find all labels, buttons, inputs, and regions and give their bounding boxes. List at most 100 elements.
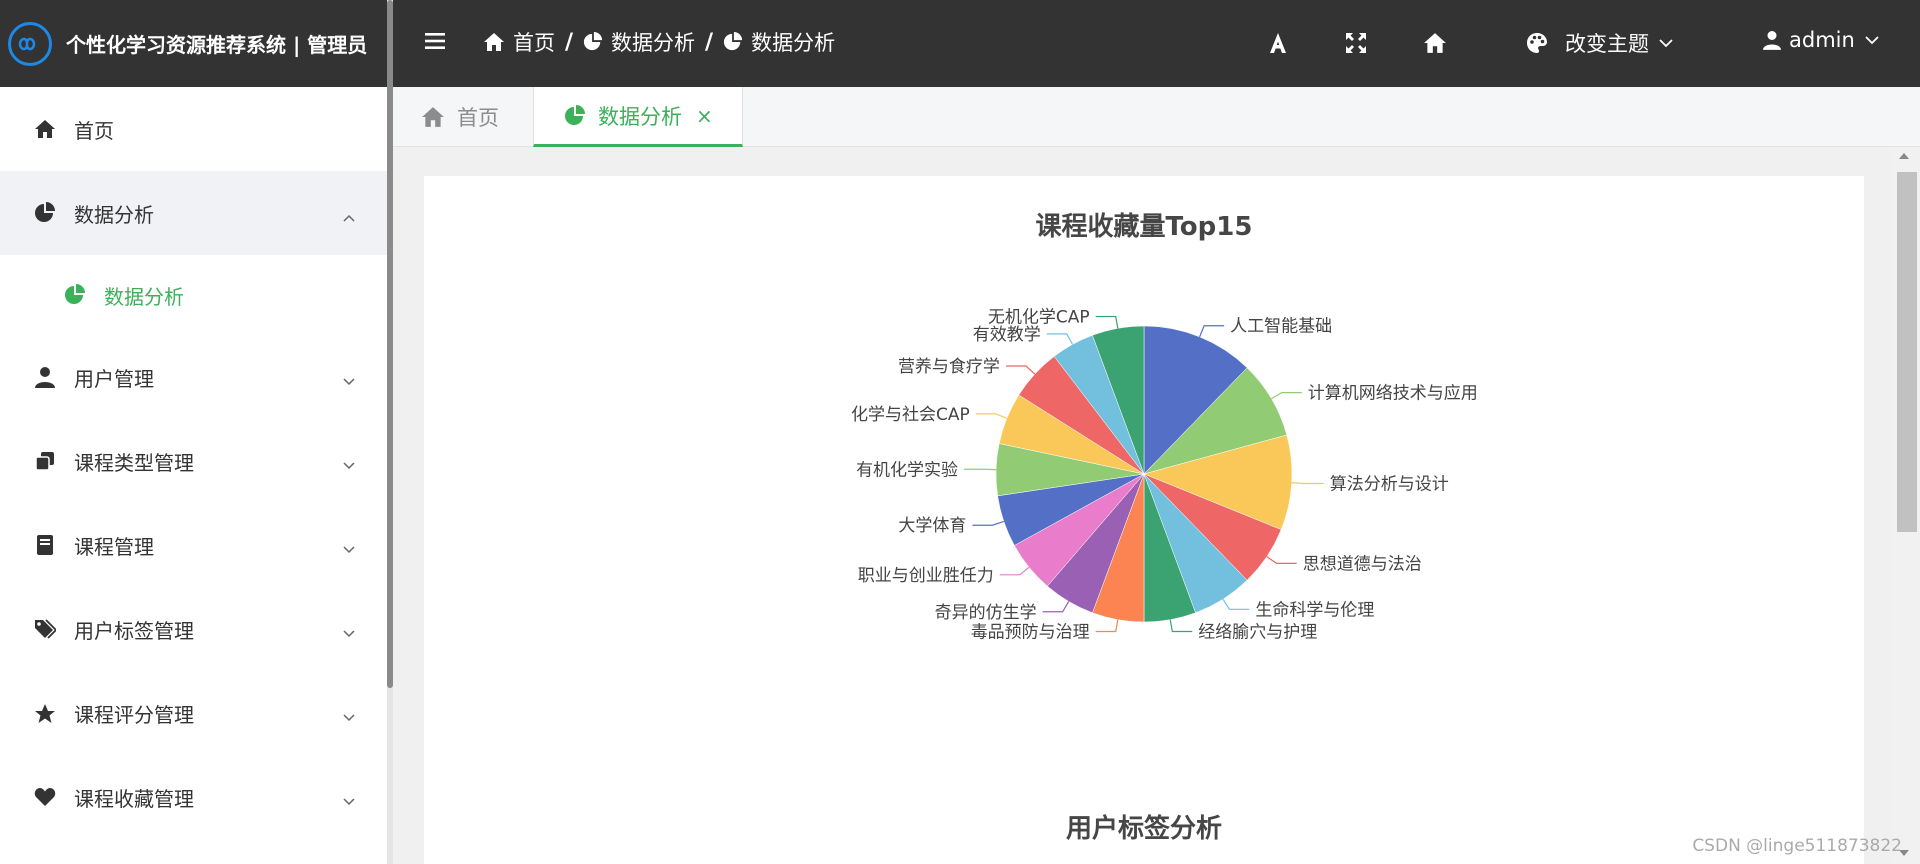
sidebar-item-course-type-management[interactable]: 课程类型管理 — [0, 419, 387, 503]
chart-card: 课程收藏量Top15 人工智能基础 计算机网络技术与应用 算法分析与设计 思想道德与法… — [424, 176, 1864, 864]
logo-bar: 个性化学习资源推荐系统 | 管理员 — [0, 0, 387, 87]
pie-chart-icon — [723, 32, 743, 52]
chevron-up-icon — [343, 205, 355, 222]
chevron-down-icon — [1659, 38, 1673, 48]
pie-label-line — [975, 413, 1008, 419]
sidebar-item-course-management[interactable]: 课程管理 — [0, 503, 387, 587]
sidebar-item-course-rating-management[interactable]: 课程评分管理 — [0, 671, 387, 755]
pie-label-line — [1199, 325, 1225, 338]
pie-chart-icon — [34, 202, 56, 224]
breadcrumb-item-home[interactable]: 首页 — [483, 27, 555, 57]
sidebar-item-label: 首页 — [74, 118, 114, 143]
heart-icon — [34, 786, 56, 808]
app-title: 个性化学习资源推荐系统 | 管理员 — [66, 33, 368, 57]
pie-slice-label: 经络腧穴与护理 — [1198, 622, 1317, 642]
pie-label-line — [1046, 333, 1074, 345]
theme-switcher[interactable]: 改变主题 — [1525, 28, 1673, 58]
font-size-icon[interactable] — [1265, 30, 1291, 56]
sidebar-item-data-analysis[interactable]: 数据分析 — [0, 171, 387, 255]
palette-icon — [1525, 31, 1549, 55]
app-root: 个性化学习资源推荐系统 | 管理员 首页 数据分析 数据分析 用户管理 课程类型… — [0, 0, 1920, 864]
close-icon[interactable]: × — [696, 104, 713, 128]
pie-label-line — [1005, 365, 1036, 375]
chevron-down-icon — [343, 537, 355, 554]
home-icon[interactable] — [1422, 30, 1448, 56]
breadcrumb-label: 数据分析 — [611, 31, 696, 55]
breadcrumb-label: 首页 — [513, 31, 555, 55]
top-header: 首页 / 数据分析 / 数据分析 改变主题 admin — [393, 0, 1920, 87]
chevron-down-icon — [343, 453, 355, 470]
fullscreen-icon[interactable] — [1343, 30, 1369, 56]
chevron-down-icon — [343, 789, 355, 806]
pie-label-line — [1095, 315, 1119, 329]
breadcrumb-separator: / — [705, 29, 714, 55]
chevron-down-icon — [343, 705, 355, 722]
user-icon — [1763, 29, 1781, 51]
tab-bar: 首页 数据分析 × — [393, 87, 1920, 147]
pie-label-line — [1042, 601, 1070, 613]
menu-toggle-icon[interactable] — [425, 32, 445, 54]
favorites-pie-chart: 人工智能基础计算机网络技术与应用算法分析与设计思想道德与法治生命科学与伦理经络腧… — [851, 308, 1478, 643]
pie-slice-label: 有效教学 — [973, 325, 1041, 345]
sidebar: 个性化学习资源推荐系统 | 管理员 首页 数据分析 数据分析 用户管理 课程类型… — [0, 0, 387, 864]
home-icon — [421, 106, 445, 128]
chart-title-user-tags: 用户标签分析 — [1065, 814, 1222, 844]
sidebar-subitem-data-analysis[interactable]: 数据分析 — [0, 255, 387, 335]
pie-label-line — [1291, 482, 1324, 485]
username: admin — [1789, 28, 1855, 52]
pie-chart-icon — [64, 284, 86, 306]
pie-slice-label: 化学与社会CAP — [851, 405, 970, 425]
breadcrumb-item-data-analysis[interactable]: 数据分析 — [583, 27, 695, 57]
chevron-down-icon — [343, 621, 355, 638]
pie-chart-icon — [564, 104, 586, 127]
pie-slice-label: 算法分析与设计 — [1330, 474, 1449, 494]
pie-label-line — [1271, 392, 1302, 400]
content-scrollbar-thumb[interactable] — [1897, 172, 1917, 532]
sidebar-item-user-management[interactable]: 用户管理 — [0, 335, 387, 419]
pie-slice-label: 计算机网络技术与应用 — [1308, 384, 1478, 404]
watermark: CSDN @linge511873822 — [1692, 836, 1902, 856]
tags-icon — [34, 618, 56, 640]
pie-slice-label: 生命科学与伦理 — [1255, 600, 1374, 620]
pie-label-line — [972, 520, 1004, 526]
tab-home[interactable]: 首页 — [421, 87, 499, 147]
pie-slice-label: 有机化学实验 — [856, 460, 958, 480]
book-icon — [34, 534, 56, 556]
scroll-up-icon[interactable] — [1899, 153, 1909, 159]
user-icon — [34, 366, 56, 388]
user-menu[interactable]: admin — [1763, 28, 1879, 52]
sidebar-item-label: 数据分析 — [74, 202, 154, 227]
pie-slice-label: 奇异的仿生学 — [935, 603, 1037, 623]
sidebar-item-label: 课程管理 — [74, 534, 154, 559]
star-icon — [34, 702, 56, 724]
sidebar-item-label: 课程收藏管理 — [74, 786, 194, 811]
tab-data-analysis[interactable]: 数据分析 × — [533, 87, 743, 147]
sidebar-item-label: 课程评分管理 — [74, 702, 194, 727]
tab-label: 首页 — [457, 106, 499, 130]
pie-label-line — [1266, 556, 1297, 564]
breadcrumb-separator: / — [565, 29, 574, 55]
chevron-down-icon — [1865, 35, 1879, 45]
sidebar-item-user-tag-management[interactable]: 用户标签管理 — [0, 587, 387, 671]
pie-slice-label: 毒品预防与治理 — [971, 622, 1090, 642]
pie-slice-label: 营养与食疗学 — [898, 357, 1000, 377]
logo-icon — [8, 21, 52, 66]
breadcrumb: 首页 / 数据分析 / 数据分析 — [483, 27, 835, 57]
pie-slice-label: 职业与创业胜任力 — [858, 566, 994, 586]
sidebar-item-home[interactable]: 首页 — [0, 87, 387, 171]
sidebar-item-course-favorite-management[interactable]: 课程收藏管理 — [0, 755, 387, 839]
breadcrumb-item-data-analysis-page: 数据分析 — [723, 27, 835, 57]
breadcrumb-label: 数据分析 — [751, 31, 836, 55]
pie-slice-label: 人工智能基础 — [1230, 317, 1332, 337]
pie-label-line — [1095, 619, 1119, 633]
pie-chart-icon — [583, 32, 603, 52]
chevron-down-icon — [343, 369, 355, 386]
home-icon — [34, 118, 56, 140]
sidebar-item-label: 课程类型管理 — [74, 450, 194, 475]
pie-slice-label: 无机化学CAP — [988, 308, 1090, 328]
tab-label: 数据分析 — [598, 104, 682, 129]
copy-icon — [34, 450, 56, 472]
pie-label-line — [1222, 598, 1250, 610]
pie-slice-label: 大学体育 — [898, 516, 966, 536]
sidebar-item-label: 数据分析 — [104, 284, 184, 309]
